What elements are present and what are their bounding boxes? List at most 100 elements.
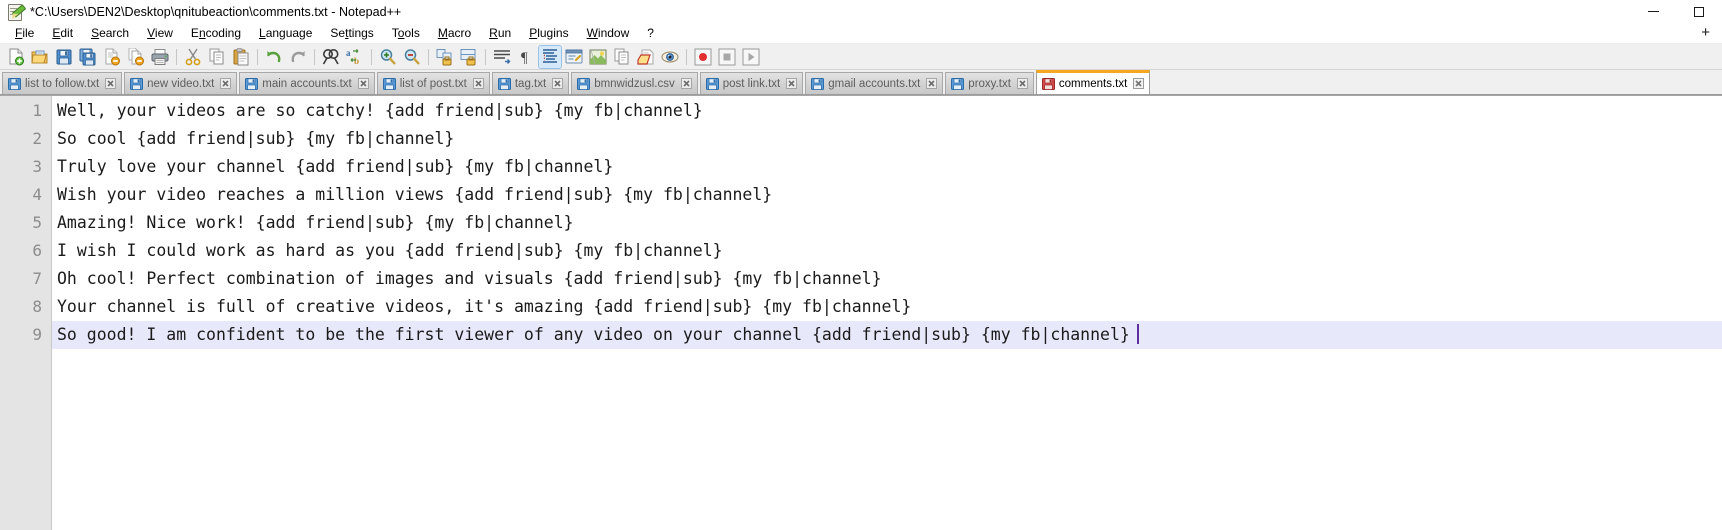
cut-icon[interactable] <box>182 46 204 68</box>
stop-macro-icon[interactable] <box>716 46 738 68</box>
line-number: 5 <box>32 213 42 232</box>
toolbar-separator <box>371 48 372 65</box>
maximize-button[interactable] <box>1676 0 1722 23</box>
document-map-icon[interactable] <box>587 46 609 68</box>
document-tab-label: post link.txt <box>722 77 781 90</box>
undo-icon[interactable] <box>263 46 285 68</box>
document-tab-list-of-post-txt[interactable]: list of post.txt <box>376 72 490 94</box>
text-content[interactable]: Well, your videos are so catchy! {add fr… <box>52 95 1722 530</box>
save-all-icon[interactable] <box>77 46 99 68</box>
menu-settings[interactable]: Settings <box>321 24 382 42</box>
menu-plugins[interactable]: Plugins <box>520 24 577 42</box>
editor-top-divider <box>0 95 1722 96</box>
document-tab-post-link-txt[interactable]: post link.txt <box>699 72 804 94</box>
minimize-button[interactable] <box>1630 0 1676 23</box>
close-tab-icon[interactable] <box>1016 78 1028 89</box>
floppy-disk-icon <box>8 77 21 90</box>
menu-help[interactable]: ? <box>638 24 663 42</box>
code-line[interactable]: So good! I am confident to be the first … <box>52 321 1722 349</box>
code-line[interactable]: Your channel is full of creative videos,… <box>52 293 1722 321</box>
zoom-in-icon[interactable] <box>377 46 399 68</box>
editor-area[interactable]: 1 2 3 4 5 6 7 8 9 Well, your videos are so catch… <box>0 95 1722 530</box>
code-line[interactable]: Oh cool! Perfect combination of images a… <box>52 265 1722 293</box>
zoom-out-icon[interactable] <box>401 46 423 68</box>
close-all-icon[interactable] <box>125 46 147 68</box>
document-tab-comments-txt[interactable]: comments.txt <box>1035 70 1151 94</box>
document-tab-label: tag.txt <box>514 77 547 90</box>
word-wrap-icon[interactable] <box>491 46 513 68</box>
record-macro-icon[interactable] <box>692 46 714 68</box>
menu-run[interactable]: Run <box>480 24 520 42</box>
menu-search[interactable]: Search <box>82 24 138 42</box>
show-indent-guide-icon[interactable] <box>538 44 562 69</box>
sync-vertical-scroll-icon[interactable] <box>434 46 456 68</box>
close-file-icon[interactable] <box>101 46 123 68</box>
menu-bar: File Edit Search View Encoding Language … <box>0 23 1722 43</box>
toolbar: a b ¶ <box>0 43 1722 70</box>
open-file-icon[interactable] <box>29 46 51 68</box>
close-tab-icon[interactable] <box>680 78 692 89</box>
show-all-characters-icon[interactable]: ¶ <box>515 46 537 68</box>
close-tab-icon[interactable] <box>926 78 938 89</box>
function-list-icon[interactable] <box>611 46 633 68</box>
menu-macro[interactable]: Macro <box>429 24 480 42</box>
menu-file[interactable]: File <box>6 24 43 42</box>
close-tab-icon[interactable] <box>357 78 369 89</box>
code-line-text: Amazing! Nice work! {add friend|sub} {my… <box>57 213 574 232</box>
document-tab-list-to-follow-txt[interactable]: list to follow.txt <box>2 72 123 94</box>
code-line[interactable]: So cool {add friend|sub} {my fb|channel} <box>52 125 1722 153</box>
code-line[interactable]: Truly love your channel {add friend|sub}… <box>52 153 1722 181</box>
code-line[interactable]: Well, your videos are so catchy! {add fr… <box>52 97 1722 125</box>
code-line-text: Oh cool! Perfect combination of images a… <box>57 269 882 288</box>
document-tab-tag-txt[interactable]: tag.txt <box>491 72 570 94</box>
close-tab-icon[interactable] <box>105 78 117 89</box>
document-tab-bmnwidzusl-csv[interactable]: bmnwidzusl.csv <box>571 72 698 94</box>
menu-plus-button[interactable]: + <box>1701 24 1710 42</box>
close-tab-icon[interactable] <box>552 78 564 89</box>
new-file-icon[interactable] <box>5 46 27 68</box>
svg-text:a: a <box>346 48 351 58</box>
maximize-icon <box>1694 6 1704 17</box>
copy-icon[interactable] <box>206 46 228 68</box>
menu-tools[interactable]: Tools <box>383 24 429 42</box>
replace-icon[interactable]: a b <box>344 46 366 68</box>
menu-encoding[interactable]: Encoding <box>182 24 250 42</box>
menu-view[interactable]: View <box>138 24 182 42</box>
document-tab-label: new video.txt <box>147 77 215 90</box>
paste-icon[interactable] <box>230 46 252 68</box>
menu-edit[interactable]: Edit <box>43 24 82 42</box>
folder-workspace-icon[interactable] <box>635 46 657 68</box>
monitoring-eye-icon[interactable] <box>659 46 681 68</box>
code-line-text: So good! I am confident to be the first … <box>57 325 1130 344</box>
code-line[interactable]: Amazing! Nice work! {add friend|sub} {my… <box>52 209 1722 237</box>
document-tab-new-video-txt[interactable]: new video.txt <box>124 72 238 94</box>
floppy-disk-icon <box>497 77 511 90</box>
close-tab-icon[interactable] <box>220 78 232 89</box>
redo-icon[interactable] <box>287 46 309 68</box>
toolbar-separator <box>485 48 486 65</box>
user-defined-dialog-icon[interactable] <box>563 46 585 68</box>
find-icon[interactable] <box>320 46 342 68</box>
document-tab-label: comments.txt <box>1058 77 1128 90</box>
menu-language[interactable]: Language <box>250 24 321 42</box>
line-number-gutter: 1 2 3 4 5 6 7 8 9 <box>0 95 52 530</box>
code-line-text: Wish your video reaches a million views … <box>57 185 773 204</box>
floppy-disk-icon <box>130 77 144 90</box>
close-tab-icon[interactable] <box>786 78 798 89</box>
document-tab-label: gmail accounts.txt <box>828 77 921 90</box>
sync-horizontal-scroll-icon[interactable] <box>458 46 480 68</box>
line-number: 7 <box>32 269 42 288</box>
save-icon[interactable] <box>53 46 75 68</box>
floppy-disk-icon <box>811 77 825 90</box>
code-line[interactable]: Wish your video reaches a million views … <box>52 181 1722 209</box>
code-line[interactable]: I wish I could work as hard as you {add … <box>52 237 1722 265</box>
close-tab-icon[interactable] <box>1133 78 1145 89</box>
document-tab-main-accounts-txt[interactable]: main accounts.txt <box>239 72 375 94</box>
close-tab-icon[interactable] <box>472 78 484 89</box>
menu-window[interactable]: Window <box>578 24 639 42</box>
svg-text:¶: ¶ <box>521 50 528 66</box>
print-icon[interactable] <box>149 46 171 68</box>
play-macro-icon[interactable] <box>740 46 762 68</box>
document-tab-gmail-accounts-txt[interactable]: gmail accounts.txt <box>805 72 944 94</box>
document-tab-proxy-txt[interactable]: proxy.txt <box>945 72 1034 94</box>
